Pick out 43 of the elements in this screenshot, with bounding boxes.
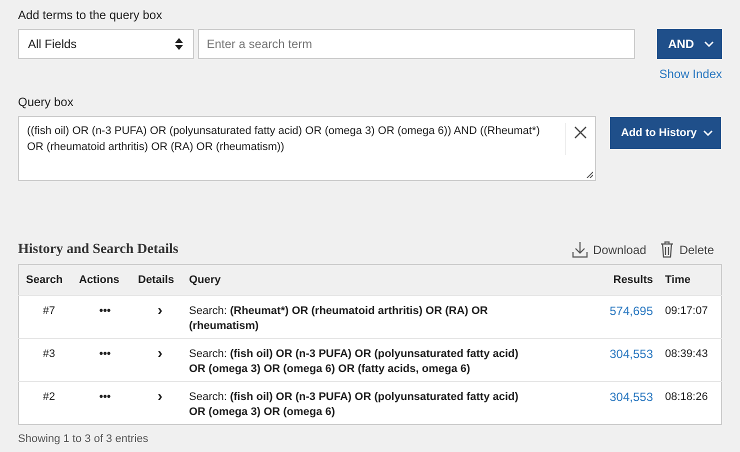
query-cell: Search: (Rheumat*) OR (rheumatoid arthritis) OR (RA) OR (rheumatism) bbox=[182, 296, 596, 338]
show-index-link[interactable]: Show Index bbox=[659, 67, 722, 81]
results-link[interactable]: 304,553 bbox=[610, 347, 653, 361]
actions-menu-button[interactable]: ••• bbox=[99, 390, 111, 405]
expand-details-button[interactable]: › bbox=[158, 347, 162, 361]
section-title: History and Search Details bbox=[18, 242, 178, 258]
query-cell: Search: (fish oil) OR (n-3 PUFA) OR (polyunsaturated fatty acid) OR (omega 3) OR (omega 6) bbox=[182, 382, 596, 424]
close-icon[interactable] bbox=[574, 126, 587, 139]
column-header: Search bbox=[18, 264, 72, 296]
results-link[interactable]: 574,695 bbox=[610, 304, 653, 318]
column-header: Query bbox=[182, 264, 596, 296]
column-header: Time bbox=[658, 264, 722, 296]
operator-button[interactable]: AND bbox=[657, 29, 722, 59]
entries-count: Showing 1 to 3 of 3 entries bbox=[18, 433, 150, 445]
query-cell: Search: (fish oil) OR (n-3 PUFA) OR (polyunsaturated fatty acid) OR (omega 3) OR (omega 6) OR (fatty acids, omega 6) bbox=[182, 338, 596, 382]
delete-button[interactable]: Delete bbox=[660, 241, 714, 258]
trash-icon bbox=[660, 241, 674, 258]
table-cell: 08:18:26 bbox=[658, 382, 722, 424]
column-header: Results bbox=[596, 264, 658, 296]
expand-details-button[interactable]: › bbox=[158, 390, 162, 404]
section-label: Add terms to the query box bbox=[18, 8, 162, 22]
caret-icon bbox=[704, 41, 714, 47]
caret-icon bbox=[703, 130, 713, 136]
expand-details-button[interactable]: › bbox=[158, 304, 162, 318]
resize-grip-icon[interactable] bbox=[586, 171, 593, 178]
table-cell: #3 bbox=[18, 338, 72, 382]
table-cell: #2 bbox=[18, 382, 72, 424]
sort-arrows-icon bbox=[174, 38, 183, 50]
download-button[interactable]: Download bbox=[572, 241, 646, 258]
table-cell: 08:39:43 bbox=[658, 338, 722, 382]
column-header: Details bbox=[131, 264, 182, 296]
query-box[interactable]: ((fish oil) OR (n-3 PUFA) OR (polyunsaturated fatty acid) OR (omega 3) OR (omega 6)) AND ((Rheumat*) OR (rheumatoid arthritis) OR (RA) OR (rheumatism)) bbox=[18, 116, 596, 181]
actions-menu-button[interactable]: ••• bbox=[99, 347, 111, 362]
actions-menu-button[interactable]: ••• bbox=[99, 304, 111, 319]
add-to-history-button[interactable]: Add to History bbox=[610, 117, 721, 149]
table-cell: #7 bbox=[18, 296, 72, 338]
column-header: Actions bbox=[72, 264, 131, 296]
results-link[interactable]: 304,553 bbox=[610, 390, 653, 404]
table-cell: 09:17:07 bbox=[658, 296, 722, 338]
field-dropdown[interactable]: All Fields bbox=[18, 29, 194, 59]
search-field[interactable]: Enter a search term bbox=[198, 29, 636, 59]
download-icon bbox=[572, 241, 588, 258]
query-box-label: Query box bbox=[18, 95, 74, 109]
